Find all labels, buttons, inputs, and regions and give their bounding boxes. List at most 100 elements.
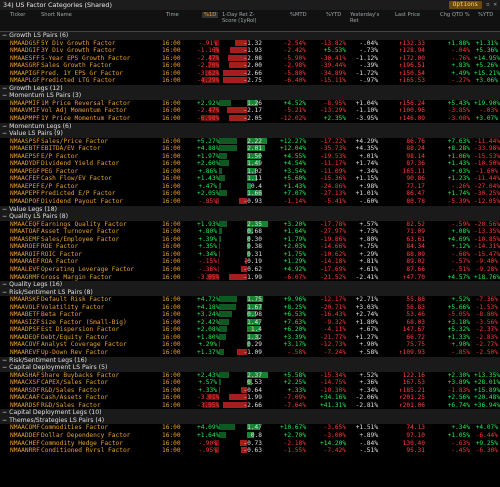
options-button[interactable]: Options xyxy=(448,1,482,9)
col-ytd[interactable]: %YTD xyxy=(326,12,341,18)
factor-row[interactable]: NMAAPMPF 1Y Price Momentum Factor 16:00 -6.… xyxy=(0,115,500,123)
name-cell: Operating Leverage Factor xyxy=(41,265,135,273)
ticker-cell: NMAAPEPF xyxy=(10,190,40,198)
col-chg-qtd[interactable]: Chg QTD % xyxy=(440,12,470,18)
factor-row[interactable]: NMAAGRMF Gross Margin Factor 16:00 -3.05% -1… xyxy=(0,273,500,282)
pct-cell: +14.95% xyxy=(474,54,500,62)
factor-row[interactable]: NMAASGRF Sales Growth Factor 16:00 -2.70% -2… xyxy=(0,62,500,70)
factor-row[interactable]: NMAADDEF Dollar Dependency Factor 16:00 +1.… xyxy=(0,431,500,440)
factor-row[interactable]: NMAAPMIF 1M Price Reversal Factor 16:00 +2.… xyxy=(0,99,500,108)
factor-row[interactable]: NMAAPIGF Pred. 1Y EPS Gr Factor 16:00 -3.62… xyxy=(0,69,500,78)
group-header[interactable]: − Themes/Strategies LS Pairs (4) xyxy=(0,416,500,425)
group-header[interactable]: − Momentum LS Pairs (3) xyxy=(0,92,500,100)
factor-row[interactable]: NMAACAAF Cash/Assets Factor 16:00 -3.01% -1.… xyxy=(0,394,500,402)
time-cell: 16:00 xyxy=(162,447,181,455)
factor-row[interactable]: NMAABETF Beta Factor 16:00 +3.24% 0.98 +6.53%… xyxy=(0,311,500,319)
ytd-cell: -15.11% xyxy=(320,77,347,85)
chg-qtd-cell: -.57% xyxy=(451,258,470,266)
col-1d[interactable]: %1D xyxy=(202,12,219,18)
group-header[interactable]: − Value LS Pairs (9) xyxy=(0,130,500,138)
day-change-cell: -4.29% xyxy=(197,77,220,85)
col-name[interactable]: Short Name xyxy=(41,12,72,18)
factor-row[interactable]: NMAARAEF ROA Factor 16:00 -.15% -0.19 +1.29% -… xyxy=(0,258,500,266)
group-header[interactable]: − Momentum Legs (6) xyxy=(0,122,500,131)
factor-row[interactable]: NMAASEMF Sales/Employee Factor 16:00 +.39% 0… xyxy=(0,235,500,244)
group-label: − Risk/Sentiment Legs (16) xyxy=(2,356,87,364)
factor-row[interactable]: NMAACOMF Commodities Factor 16:00 +4.09% 1.4… xyxy=(0,424,500,432)
col-ticker[interactable]: Ticker xyxy=(10,12,25,18)
factor-row[interactable]: NMAADEQF Debt/Equity Factor 16:00 +1.80% 1.3… xyxy=(0,333,500,342)
group-header[interactable]: − Risk/Sentiment LS Pairs (8) xyxy=(0,288,500,297)
factor-row[interactable]: NMAAROIF ROIC Factor 16:00 +.34% 0.31 +1.75% -… xyxy=(0,250,500,259)
ytd-cell: -17.78% xyxy=(320,220,347,228)
factor-row[interactable]: NMAAPLGF Predicted LTG Factor 16:00 -4.29% -… xyxy=(0,77,500,85)
ytd-cell: -14.66% xyxy=(320,243,347,251)
factor-row[interactable]: NMAADPSF Est Dispersion Factor 16:00 +2.08%… xyxy=(0,326,500,334)
yesterday-cell: +.34% xyxy=(359,167,378,175)
chg-qtd-cell: -.68% xyxy=(451,250,470,258)
factor-row[interactable]: NMAAEBTF EBITDA/EV Factor 16:00 +4.88% 2.01 +… xyxy=(0,145,500,153)
factor-row[interactable]: NMAAVMIF Vol Adj Momentum Factor 16:00 -2.4… xyxy=(0,107,500,115)
group-header[interactable]: − Quality LS Pairs (8) xyxy=(0,213,500,221)
day-change-cell: +.29% xyxy=(198,341,217,349)
factor-row[interactable]: NMAATOAF Asset Turnover Factor 16:00 +.80% 0… xyxy=(0,228,500,236)
name-cell: 1M Price Reversal Factor xyxy=(41,99,131,107)
factor-row[interactable]: NMAARSDF R&D/Sales Factor 16:00 +.33% -0.64 +… xyxy=(0,386,500,395)
group-header[interactable]: − Capital Deployment LS Pairs (5) xyxy=(0,364,500,372)
mtd-cell: +12.04% xyxy=(280,145,307,153)
factor-row[interactable]: NMAAVOLF Volatility Factor 16:00 +4.18% 1.67… xyxy=(0,303,500,312)
yesterday-cell: +.34% xyxy=(359,386,378,394)
last-price-cell: ↑165.53 xyxy=(398,77,425,85)
col-mtd[interactable]: %MTD xyxy=(290,12,307,18)
group-header[interactable]: − Growth Legs (12) xyxy=(0,84,500,93)
factor-row[interactable]: NMAANRRF Conditioned Rvrsl Factor 16:00 -.9… xyxy=(0,447,500,455)
factor-row[interactable]: NMAASPSF Sales/Price Factor 16:00 +5.27% 2.2… xyxy=(0,137,500,146)
factor-row[interactable]: NMAAEPSF E/P Factor 16:00 +1.97% 1.50 +4.55% -… xyxy=(0,152,500,161)
window-controls[interactable]: ▫ ✕ xyxy=(486,1,497,8)
yesterday-cell: +2.71% xyxy=(355,296,378,304)
ticker-cell: NMAARSKF xyxy=(10,296,40,304)
factor-row[interactable]: NMAACEQF Earnings Quality Factor 16:00 +1.9… xyxy=(0,220,500,229)
factor-row[interactable]: NMAARSKF Default Risk Factor 16:00 +4.72% 1.… xyxy=(0,296,500,304)
factor-row[interactable]: NMAACFEF Cash Flow/EV Factor 16:00 +1.43% 1.… xyxy=(0,175,500,183)
col-pct[interactable]: %YTD xyxy=(478,12,493,18)
pct-cell: -15.47% xyxy=(474,250,500,258)
factor-row[interactable]: NMAADPOF Dividend Payout Factor 16:00 -.85%… xyxy=(0,198,500,206)
factor-row[interactable]: NMAACXSF CAPEX/Sales Factor 16:00 +.57% 0.53… xyxy=(0,379,500,387)
factor-row[interactable]: NMAARDSF R&D/Sales Factor 16:00 -3.95% -2.66… xyxy=(0,401,500,410)
last-price-cell: 90.86 xyxy=(406,175,425,183)
factor-row[interactable]: NMAAPEPF Predicted E/P Factor 16:00 +2.05% 1… xyxy=(0,190,500,198)
factor-row[interactable]: NMAACOVF Analyst Coverage Factor 16:00 +.29… xyxy=(0,341,500,349)
group-header[interactable]: − Risk/Sentiment Legs (16) xyxy=(0,356,500,365)
factor-row[interactable]: NMAADYDF Dividend Yield Factor 16:00 +2.60%… xyxy=(0,160,500,168)
mtd-cell: +8.25% xyxy=(283,303,306,311)
col-time[interactable]: Time xyxy=(166,12,179,18)
ytd-cell: -16.43% xyxy=(320,311,347,319)
factor-row[interactable]: NMAACHEF Commodity Hedge Factor 16:00 -.90%… xyxy=(0,439,500,448)
group-header[interactable]: − Capital Deployment Legs (10) xyxy=(0,409,500,417)
col-last[interactable]: Last Price xyxy=(395,12,420,18)
yesterday-cell: -2.06% xyxy=(355,394,378,402)
yesterday-cell: +.75% xyxy=(359,243,378,251)
factor-row[interactable]: NMAAPEGF PEG Factor 16:00 +.86% 1.02 +3.54% -1… xyxy=(0,167,500,176)
factor-row[interactable]: NMAAROEF ROE Factor 16:00 +.35% 0.38 +2.03% -1… xyxy=(0,243,500,251)
group-header[interactable]: − Quality Legs (16) xyxy=(0,281,500,289)
day-change-cell: +1.43% xyxy=(197,175,220,183)
factor-row[interactable]: NMAADGSF 5Y Div Growth Factor 16:00 -.91% -1… xyxy=(0,39,500,48)
factor-row[interactable]: NMAASIZF Size Factor (Small-Big) 16:00 +2.4… xyxy=(0,318,500,327)
group-header[interactable]: − Growth LS Pairs (6) xyxy=(0,32,500,40)
ytd-cell: -3.65% xyxy=(323,424,346,432)
factor-row[interactable]: NMAALEVF Operating Leverage Factor 16:00 -.… xyxy=(0,265,500,274)
factor-row[interactable]: NMAAEPEF E/P Factor 16:00 +.47% 0.4 +1.43% -24… xyxy=(0,182,500,191)
factor-row[interactable]: NMAAESFF 5-Year EPS Growth Factor 16:00 -2.… xyxy=(0,54,500,63)
factor-row[interactable]: NMAADGIF 3Y Div Growth Factor 16:00 -1.16% -… xyxy=(0,47,500,55)
col-yesterday[interactable]: Yesterday's Ret xyxy=(350,12,388,24)
factor-row[interactable]: NMAAREVF Up-Down Rev Factor 16:00 +1.37% -1.… xyxy=(0,348,500,357)
pct-cell: -6.44% xyxy=(475,431,498,439)
col-zscore[interactable]: 1-Day Ret Z-Score (1yRol) xyxy=(222,12,268,24)
day-change-cell: +2.92% xyxy=(197,99,220,107)
factor-row[interactable]: NMAASHAF Share Buybacks Factor 16:00 +2.43%… xyxy=(0,371,500,380)
group-header[interactable]: − Value Legs (18) xyxy=(0,205,500,214)
last-price-cell: 71.09 xyxy=(406,228,425,236)
day-change-cell: +.34% xyxy=(198,250,217,258)
